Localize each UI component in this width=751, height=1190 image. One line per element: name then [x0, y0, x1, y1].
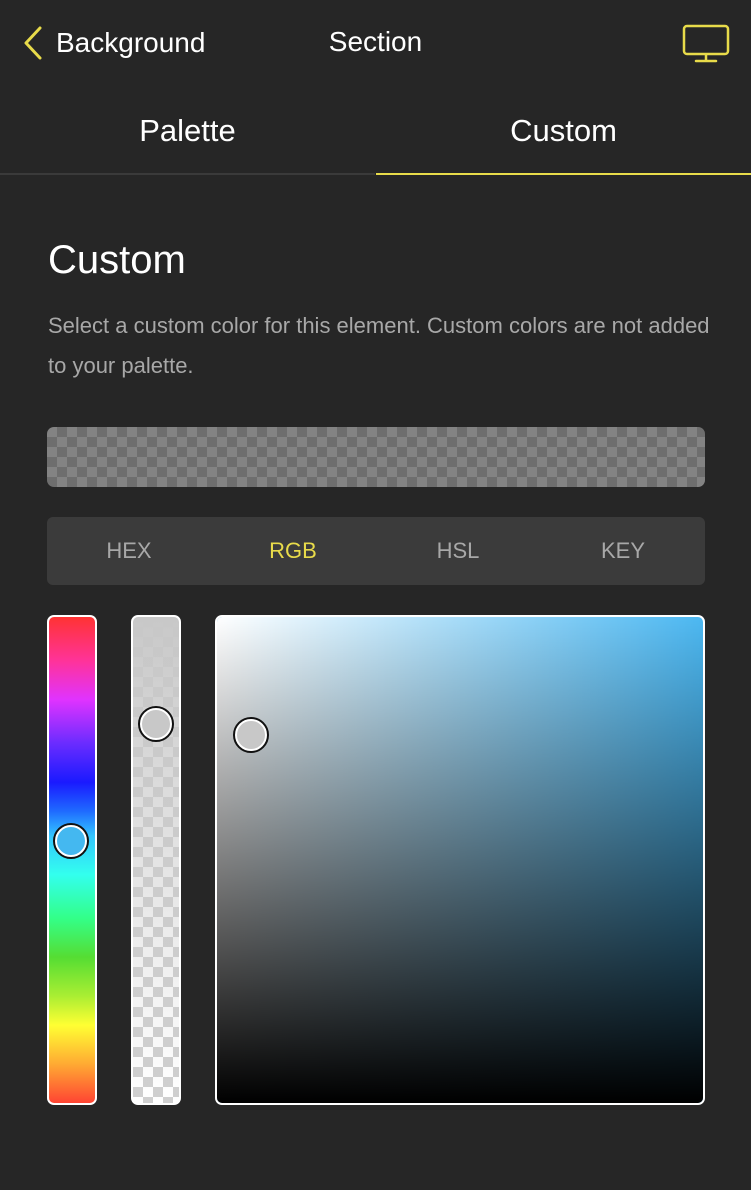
mode-hex[interactable]: HEX	[47, 517, 211, 585]
mode-key[interactable]: KEY	[541, 517, 705, 585]
hue-handle[interactable]	[53, 823, 89, 859]
opacity-handle[interactable]	[138, 706, 174, 742]
tab-palette[interactable]: Palette	[0, 88, 375, 175]
opacity-gradient	[133, 617, 179, 1103]
opacity-slider[interactable]	[131, 615, 181, 1105]
top-bar: Background Section	[0, 0, 751, 88]
color-mode-selector: HEX RGB HSL KEY	[47, 517, 705, 585]
saturation-brightness-area[interactable]	[215, 615, 705, 1105]
color-picker-handle[interactable]	[233, 717, 269, 753]
section-description: Select a custom color for this element. …	[48, 313, 710, 378]
back-label: Background	[56, 27, 206, 58]
section-title: Custom	[48, 238, 186, 282]
desktop-monitor-icon	[682, 24, 730, 63]
mode-rgb[interactable]: RGB	[211, 517, 375, 585]
device-preview-button[interactable]	[682, 22, 730, 64]
color-preview-swatch	[47, 427, 705, 487]
back-button[interactable]: Background	[22, 22, 205, 64]
tab-custom[interactable]: Custom	[376, 88, 751, 175]
hue-slider[interactable]	[47, 615, 97, 1105]
mode-hsl[interactable]: HSL	[376, 517, 540, 585]
tab-bar: Palette Custom	[0, 88, 751, 175]
brightness-gradient	[217, 617, 703, 1103]
chevron-left-icon	[24, 26, 42, 60]
